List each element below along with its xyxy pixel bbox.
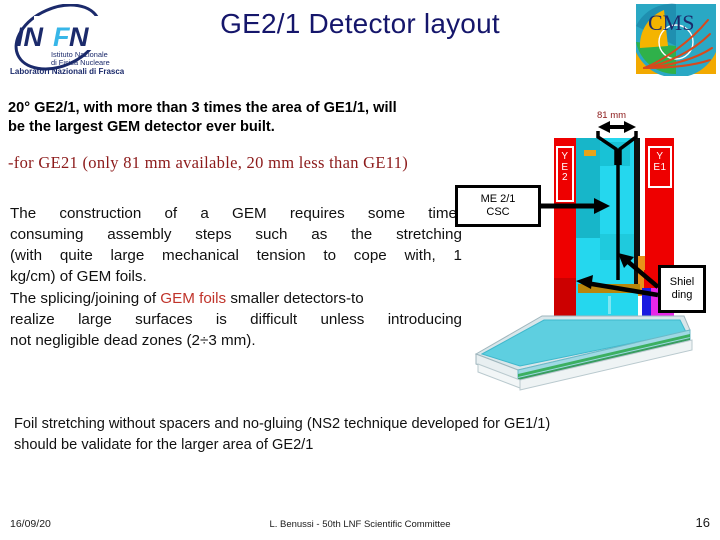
cms-logo: CMS [634,2,718,76]
w: quite [59,247,93,265]
dim-arrow-head-right [624,121,636,133]
body-paragraph: The construction of a GEM requires some … [10,203,462,351]
w: some [367,205,406,222]
callout-me21-csc: ME 2/1 CSC [455,185,541,227]
paragraph-line-1: The construction of a GEM requires some … [10,203,462,224]
w: cope [353,247,387,265]
paragraph-line-2: consuming assembly steps such as the str… [10,224,462,245]
intro-text: 20° GE2/1, with more than 3 times the ar… [8,99,508,137]
svg-text:N: N [69,22,89,52]
w: as [311,226,328,244]
w: large [110,247,145,265]
w: with, [404,247,436,265]
w: The [10,205,37,222]
paragraph-line-3: (with quite large mechanical tension to … [10,245,462,266]
w: difficult [250,310,298,328]
w: requires [289,205,345,222]
w: of [164,205,178,222]
w: is [215,310,227,328]
paragraph-line-5: The splicing/joining of GEM foils smalle… [10,288,462,309]
w: the [351,226,373,244]
w: such [255,226,288,244]
intro-line-1: 20° GE2/1, with more than 3 times the ar… [8,100,397,116]
paragraph-line-4: kg/cm) of GEM foils. [10,268,147,286]
callout-csc-l2: CSC [486,206,510,218]
slide-canvas: IN F N Istituto Nazionale di Fisica Nucl… [0,0,720,540]
w: tension [256,247,306,265]
w: unless [320,310,365,328]
shielding-arrow-upper [618,253,660,289]
callout-shielding-l2: ding [671,289,693,301]
w: steps [195,226,232,244]
w: large [78,310,112,328]
callout-shielding-l1: Shiel [669,275,695,288]
dim-arrow-head-left [598,121,610,133]
w: mechanical [162,247,239,265]
dim-bracket-right [618,131,638,165]
infn-line3: Laboratori Nazionali di Frascati [10,67,124,76]
closing-line-2: should be validate for the larger area o… [14,436,314,453]
gem-foils-highlight: GEM foils [160,289,227,307]
dim-bracket-left [596,131,618,165]
w: GEM [232,205,267,222]
closing-line-1: Foil stretching without spacers and no-g… [14,416,551,432]
infn-line2: di Fisica Nucleare [51,58,110,67]
w: (with [10,247,43,265]
callout-csc-l1: ME 2/1 [480,192,516,205]
w: assembly [107,226,172,244]
footer-page-number: 16 [695,515,710,530]
paragraph-line-5-post: smaller detectors-to [226,289,364,307]
detector-diagram: 81 mm Y E 2 Y E1 ME 2/1 CSC Shiel ding [450,105,720,405]
gem-chamber-3d-render [474,315,693,391]
w: surfaces [135,310,193,328]
svg-text:IN: IN [16,22,44,52]
w: a [200,205,209,222]
footer-attribution: L. Benussi - 50th LNF Scientific Committ… [269,519,451,530]
callout-shielding: Shiel ding [658,265,706,313]
w: consuming [10,226,84,244]
csc-callout-arrow [541,198,610,214]
intro-line-2: be the largest GEM detector ever built. [8,118,275,135]
cms-logo-label: CMS [648,10,694,35]
w: realize [10,310,55,328]
w: construction [59,205,142,222]
infn-logo: IN F N Istituto Nazionale di Fisica Nucl… [6,4,124,76]
paragraph-line-6: realize large surfaces is difficult unle… [10,309,462,330]
page-title: GE2/1 Detector layout [220,8,500,39]
closing-text: Foil stretching without spacers and no-g… [14,414,706,455]
w: to [323,247,337,265]
paragraph-line-7: not negligible dead zones (2÷3 mm). [10,331,256,349]
paragraph-line-5-pre: The splicing/joining of [10,289,161,307]
